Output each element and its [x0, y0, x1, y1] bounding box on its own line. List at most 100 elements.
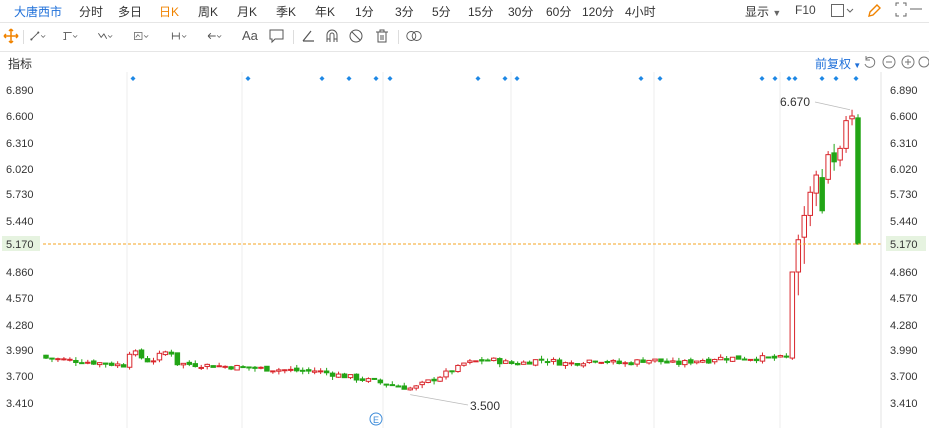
- candle-down: [240, 366, 246, 369]
- period-tab-monthly[interactable]: 月K: [237, 3, 257, 20]
- candle-up: [532, 359, 539, 366]
- candle-up: [61, 358, 67, 361]
- candle-down: [79, 362, 85, 365]
- candle-down: [508, 361, 515, 365]
- candle-up: [777, 355, 784, 358]
- candle-down: [341, 373, 348, 379]
- candle-down: [723, 358, 730, 361]
- right-axis-tick: 6.600: [890, 111, 918, 123]
- line-tool-icon[interactable]: [30, 28, 50, 46]
- f10-button[interactable]: F10: [795, 3, 816, 17]
- candle-down: [497, 358, 503, 365]
- right-axis-tick: 6.890: [890, 85, 918, 97]
- candle-up: [801, 214, 808, 238]
- period-tab-multiday[interactable]: 多日: [118, 3, 142, 20]
- chevron-down-icon: ▼: [772, 8, 782, 18]
- event-marker: [346, 76, 352, 81]
- pencil-icon[interactable]: [866, 3, 882, 22]
- link-icon[interactable]: [405, 28, 425, 46]
- period-tab-15min[interactable]: 15分: [468, 3, 493, 20]
- magnet-icon[interactable]: [323, 28, 343, 46]
- candlestick-chart[interactable]: 6.890 6.600 6.310 6.020 5.730 5.440 5.170 4.860…: [0, 72, 929, 428]
- candle-down: [102, 362, 109, 365]
- candle-up: [162, 351, 169, 356]
- left-axis-tick: 3.410: [6, 398, 34, 410]
- fib-tool-icon[interactable]: [133, 28, 153, 46]
- text-tool-icon[interactable]: Aa: [242, 28, 264, 46]
- candle-down: [329, 372, 336, 377]
- indicator-button[interactable]: 指标: [8, 55, 32, 72]
- left-axis-tick: 4.570: [6, 293, 34, 305]
- event-marker: [853, 76, 859, 81]
- candle-up: [586, 359, 593, 364]
- fuquan-label: 前复权: [815, 57, 852, 71]
- event-marker: [319, 76, 325, 81]
- fullscreen-icon[interactable]: [893, 2, 923, 23]
- candle-down: [73, 360, 79, 364]
- candle-down: [144, 358, 151, 363]
- period-tab-weekly[interactable]: 周K: [198, 3, 218, 20]
- event-badge[interactable]: E: [369, 412, 383, 426]
- delete-icon[interactable]: [373, 28, 393, 46]
- period-tab-quarterly[interactable]: 季K: [276, 3, 296, 20]
- candle-up: [610, 359, 616, 363]
- angle-tool-icon[interactable]: [300, 28, 320, 46]
- candle-up: [270, 370, 276, 373]
- channel-tool-icon[interactable]: [62, 28, 82, 46]
- left-axis-tick: 3.990: [6, 345, 34, 357]
- toolbar-divider: [398, 30, 399, 44]
- period-tab-3min[interactable]: 3分: [395, 3, 414, 20]
- candle-up: [807, 191, 813, 216]
- period-tab-yearly[interactable]: 年K: [315, 3, 335, 20]
- period-tab-1min[interactable]: 1分: [355, 3, 374, 20]
- period-tab-minute[interactable]: 分时: [79, 3, 103, 20]
- kline-chart-area[interactable]: 6.890 6.600 6.310 6.020 5.730 5.440 5.170 4.860…: [0, 72, 929, 428]
- candle-up: [813, 174, 819, 194]
- candle-down: [186, 361, 193, 365]
- candle-up: [425, 379, 431, 383]
- period-tab-120min[interactable]: 120分: [582, 3, 614, 20]
- event-marker: [819, 76, 825, 81]
- event-marker: [373, 76, 379, 81]
- display-menu[interactable]: 显示 ▼: [745, 3, 781, 20]
- arrow-tool-icon[interactable]: [206, 28, 226, 46]
- period-tab-4hour[interactable]: 4小时: [625, 3, 656, 20]
- period-tab-60min[interactable]: 60分: [546, 3, 571, 20]
- low-leader-line: [410, 394, 469, 406]
- candle-down: [628, 362, 634, 366]
- comment-tool-icon[interactable]: [268, 28, 288, 46]
- candle-down: [771, 355, 778, 359]
- candle-down: [246, 366, 252, 369]
- period-bar: 大唐西市 分时 多日 日K 周K 月K 季K 年K 1分 3分 5分 15分 3…: [0, 0, 929, 23]
- candle-up: [729, 356, 736, 362]
- event-marker: [638, 76, 644, 81]
- stock-name[interactable]: 大唐西市: [14, 3, 62, 20]
- candle-down: [120, 364, 127, 368]
- display-label: 显示: [745, 5, 770, 19]
- fuquan-button[interactable]: 前复权 ▼: [815, 55, 861, 72]
- checkbox-icon[interactable]: [831, 4, 855, 21]
- wave-tool-icon[interactable]: [97, 28, 117, 46]
- period-tab-daily[interactable]: 日K: [159, 3, 179, 20]
- candle-up: [114, 363, 121, 367]
- candle-up: [759, 355, 766, 362]
- period-tab-5min[interactable]: 5分: [432, 3, 451, 20]
- candle-up: [126, 353, 133, 368]
- candle-up: [216, 365, 222, 368]
- measure-tool-icon[interactable]: [171, 28, 191, 46]
- hide-icon[interactable]: [347, 28, 367, 46]
- left-axis-tick: 5.730: [6, 189, 34, 201]
- candle-up: [335, 373, 342, 378]
- period-tab-30min[interactable]: 30分: [508, 3, 533, 20]
- candle-up: [413, 385, 419, 389]
- right-axis-tick: 4.570: [890, 293, 918, 305]
- candle-down: [210, 365, 216, 368]
- candle-up: [634, 359, 640, 365]
- candle-down: [168, 351, 175, 355]
- candle-down: [526, 361, 533, 365]
- candle-up: [652, 358, 658, 362]
- candle-up: [150, 360, 157, 363]
- candle-up: [622, 362, 628, 365]
- event-marker: [130, 76, 136, 81]
- move-icon[interactable]: [2, 28, 22, 46]
